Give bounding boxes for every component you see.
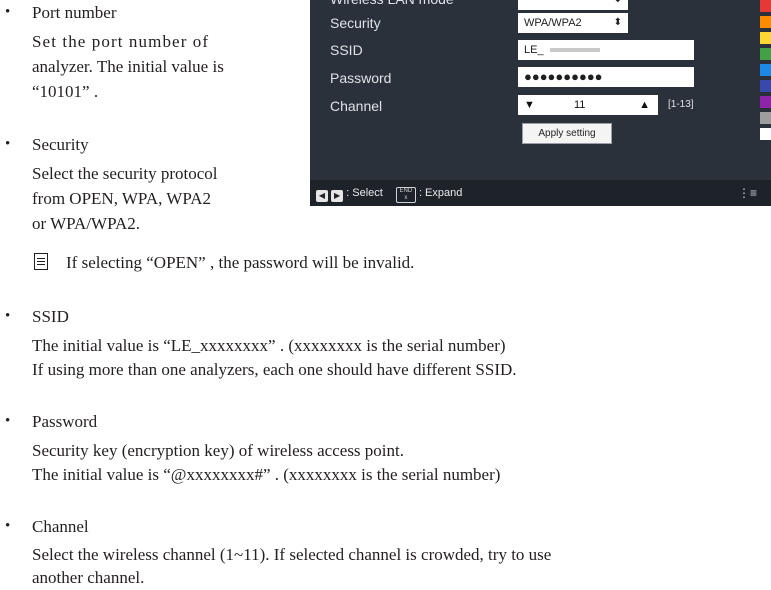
desc-line: analyzer. The initial value is (32, 57, 224, 76)
desc-line: from OPEN, WPA, WPA2 (32, 189, 212, 208)
channel-up-icon[interactable]: ▲ (639, 95, 650, 115)
password-input[interactable]: ●●●●●●●●●● (518, 67, 694, 87)
color-swatch (760, 64, 771, 76)
row-label-ssid: SSID (330, 42, 363, 58)
term-ssid: SSID (32, 307, 69, 326)
color-swatch (760, 32, 771, 44)
ssid-input[interactable]: LE_ (518, 40, 694, 60)
channel-stepper[interactable]: ▼ 11 ▲ (518, 95, 658, 115)
bullet: • (5, 4, 11, 20)
desc-line: Select the wireless channel (1~11). If s… (32, 545, 552, 564)
menu-expand-icon[interactable]: ⋮≡ (738, 180, 757, 206)
bullet: • (5, 518, 11, 534)
desc-line: Set the port number of (32, 32, 210, 51)
footer-select-label: : Select (346, 187, 383, 199)
row-label-security: Security (330, 15, 381, 31)
desc-line: If using more than one analyzers, each o… (32, 360, 517, 379)
channel-down-icon[interactable]: ▼ (524, 95, 535, 115)
right-arrow-icon: ▶ (331, 190, 344, 202)
row-label-wireless-lan-mode: Wireless LAN mode (330, 0, 454, 8)
desc-line: or WPA/WPA2. (32, 214, 141, 233)
note: If selecting “OPEN” , the password will … (32, 252, 414, 274)
term-security: Security (32, 135, 89, 154)
term-password: Password (32, 412, 98, 431)
end-key-icon: END x (395, 187, 416, 203)
footer-expand-label: : Expand (418, 187, 463, 199)
desc-line: Select the security protocol (32, 164, 218, 183)
color-swatch (760, 0, 771, 12)
color-swatch (760, 128, 771, 140)
apply-setting-button[interactable]: Apply setting (522, 123, 612, 144)
row-label-channel: Channel (330, 98, 383, 114)
color-swatch (760, 80, 771, 92)
security-value: WPA/WPA2 (524, 17, 582, 29)
desc-line: another channel. (32, 568, 145, 587)
left-arrow-icon: ◀ (316, 190, 328, 202)
term-channel: Channel (32, 517, 89, 536)
bullet: • (5, 308, 11, 324)
security-select[interactable]: WPA/WPA2 ⬍ (518, 13, 628, 33)
bullet: • (5, 413, 11, 429)
note-icon (34, 253, 48, 270)
ssid-value: LE_ (524, 44, 544, 56)
channel-range: [1-13] (668, 99, 694, 110)
desc-line: “10101” . (32, 82, 99, 101)
desc-line: The initial value is “@xxxxxxxx#” . (xxx… (32, 465, 501, 484)
select-arrow-icon: ⬍ (614, 0, 622, 10)
footer-bar: ◀ ▶ : Select END x : Expand ⋮≡ (310, 180, 771, 206)
bullet: • (5, 136, 11, 152)
color-swatch (760, 48, 771, 60)
wireless-settings-screen: Wireless LAN mode ⬍ Security WPA/WPA2 ⬍ … (310, 0, 771, 206)
color-swatch (760, 96, 771, 108)
channel-value: 11 (574, 99, 586, 111)
ssid-blur (549, 48, 600, 53)
end-key-label: END (399, 188, 413, 194)
color-swatch (760, 16, 771, 28)
color-strip (760, 0, 771, 174)
row-label-password: Password (330, 70, 392, 86)
desc-line: The initial value is “LE_xxxxxxxx” . (xx… (32, 336, 506, 355)
term-port-number: Port number (32, 3, 117, 22)
note-text: If selecting “OPEN” , the password will … (66, 253, 415, 272)
desc-line: Security key (encryption key) of wireles… (32, 441, 404, 460)
wireless-mode-select[interactable]: ⬍ (518, 0, 628, 10)
select-arrow-icon: ⬍ (613, 17, 622, 28)
color-swatch (760, 112, 771, 124)
